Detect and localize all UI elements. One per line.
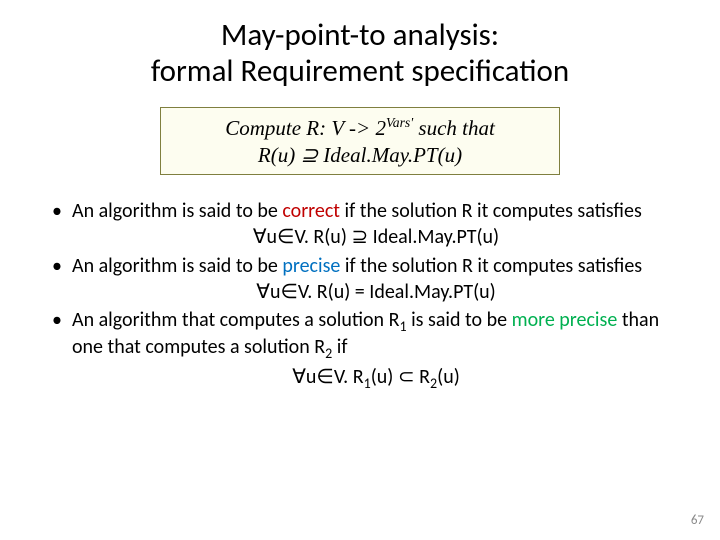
b3-pre: An algorithm that computes a solution R	[72, 308, 399, 332]
b1-math: ∀u∈V. R(u) ⊇ Ideal.May.PT(u)	[72, 225, 680, 249]
formula-line1-pre: Compute R: V -> 2	[225, 116, 386, 140]
slide-title: May-point-to analysis: formal Requiremen…	[40, 18, 680, 89]
bullet-more-precise: An algorithm that computes a solution R1…	[52, 308, 680, 391]
formula-line2: R(u) ⊇ Ideal.May.PT(u)	[258, 143, 462, 167]
b3m-mid: (u) ⊂ R	[371, 365, 430, 389]
b3-mid: is said to be	[407, 308, 512, 332]
bullet-list: An algorithm is said to be correct if th…	[40, 199, 680, 392]
b3m-post: (u)	[437, 365, 460, 389]
bullet-precise: An algorithm is said to be precise if th…	[52, 254, 680, 305]
formula-box: Compute R: V -> 2Vars' such that R(u) ⊇ …	[160, 107, 560, 175]
b2-post: if the solution R it computes satisfies	[340, 254, 642, 278]
formula-line1-post: such that	[413, 116, 495, 140]
b2-pre: An algorithm is said to be	[72, 254, 282, 278]
b2-math: ∀u∈V. R(u) = Ideal.May.PT(u)	[72, 280, 680, 304]
title-line-2: formal Requirement specification	[151, 52, 569, 90]
b3-math: ∀u∈V. R1(u) ⊂ R2(u)	[72, 365, 680, 392]
keyword-more-precise: more precise	[512, 308, 618, 332]
slide-number: 67	[691, 513, 704, 528]
formula-superscript: Vars'	[386, 115, 413, 130]
b1-pre: An algorithm is said to be	[72, 199, 282, 223]
keyword-precise: precise	[282, 254, 340, 278]
b3-sub1: 1	[399, 318, 406, 335]
b3m-s1: 1	[364, 375, 371, 392]
b1-post: if the solution R it computes satisfies	[340, 199, 642, 223]
bullet-correct: An algorithm is said to be correct if th…	[52, 199, 680, 250]
keyword-correct: correct	[282, 199, 340, 223]
b3-post: if	[332, 335, 347, 359]
b3m-pre: ∀u∈V. R	[292, 365, 363, 389]
title-line-1: May-point-to analysis:	[221, 16, 499, 54]
